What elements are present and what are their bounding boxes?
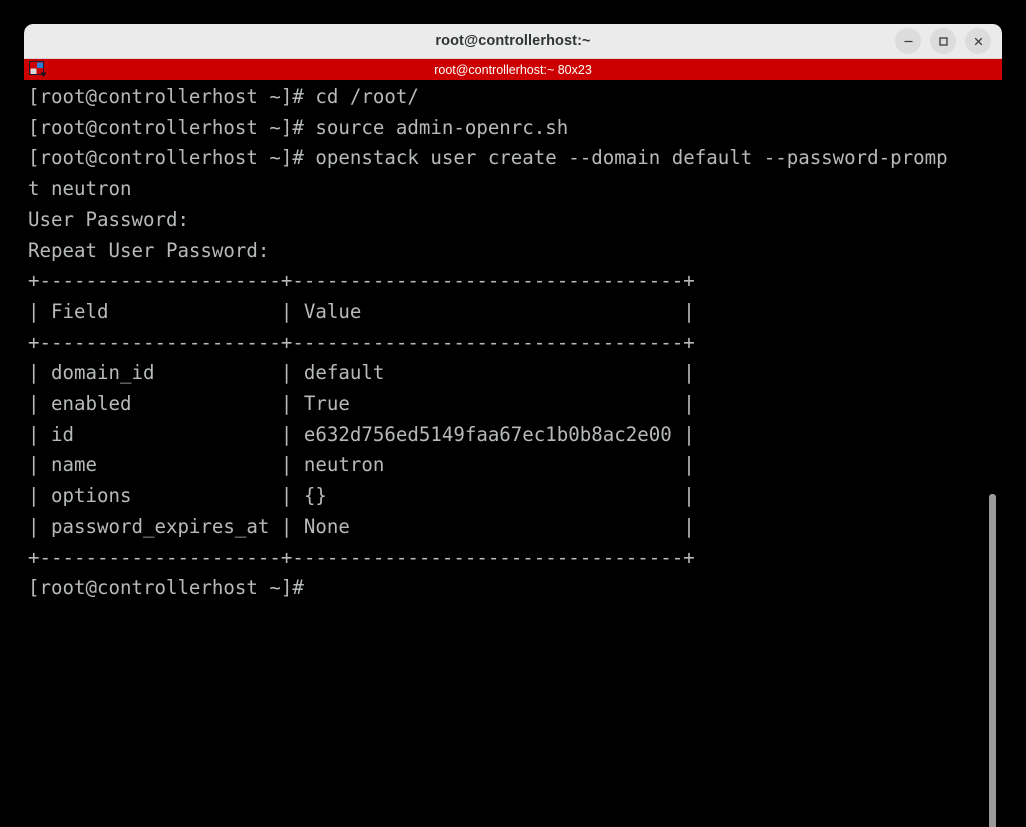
terminal-window: root@controllerhost:~ root@controllerhos… xyxy=(24,24,1002,827)
window-title: root@controllerhost:~ xyxy=(435,33,591,49)
terminal-scrollbar-thumb[interactable] xyxy=(989,494,996,827)
terminal-output: [root@controllerhost ~]# cd /root/ [root… xyxy=(28,85,948,600)
close-icon xyxy=(974,37,982,45)
tab-title: root@controllerhost:~ 80x23 xyxy=(434,62,592,77)
close-button[interactable] xyxy=(965,28,991,54)
window-titlebar[interactable]: root@controllerhost:~ xyxy=(24,24,1002,59)
maximize-icon xyxy=(938,36,948,46)
window-controls xyxy=(895,24,991,58)
terminal-tabbar[interactable]: root@controllerhost:~ 80x23 xyxy=(24,59,1002,80)
screen: root@controllerhost:~ root@controllerhos… xyxy=(0,0,1026,827)
terminal-tiles-icon[interactable] xyxy=(29,61,48,78)
terminal-body[interactable]: [root@controllerhost ~]# cd /root/ [root… xyxy=(24,80,1002,827)
minimize-button[interactable] xyxy=(895,28,921,54)
minimize-icon xyxy=(904,40,912,42)
maximize-button[interactable] xyxy=(930,28,956,54)
